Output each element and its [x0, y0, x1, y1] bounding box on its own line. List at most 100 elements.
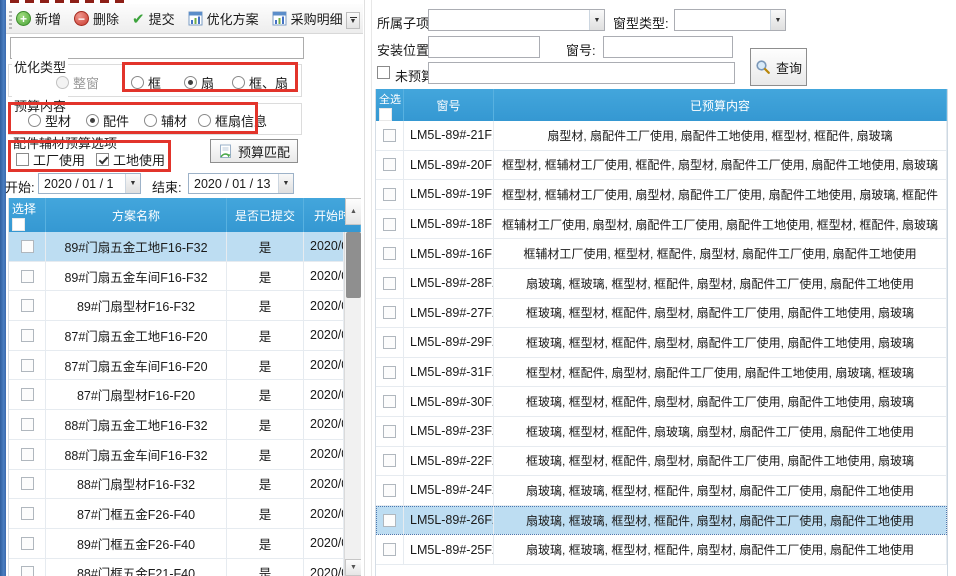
plan-row[interactable]: 88#门框五金F21-F40 是 2020/0	[9, 559, 344, 576]
delete-button[interactable]: − 删除	[74, 9, 119, 28]
row-checkbox[interactable]	[383, 425, 396, 438]
sub-item-dropdown-icon[interactable]: ▼	[589, 10, 604, 30]
row-checkbox[interactable]	[21, 299, 34, 312]
window-row[interactable]: LM5L-89#-24F22 扇玻璃, 框玻璃, 框型材, 框配件, 扇型材, …	[376, 476, 947, 506]
radio-icon[interactable]	[198, 114, 211, 127]
plan-name-column-header[interactable]: 方案名称	[46, 198, 227, 232]
window-row[interactable]: LM5L-89#-19F17 框型材, 框辅材工厂使用, 扇型材, 扇配件工厂使…	[376, 180, 947, 210]
start-date-picker[interactable]: 2020 / 01 / 1 ▼	[38, 173, 141, 194]
checkbox-site-use[interactable]: 工地使用	[96, 150, 165, 169]
plan-row[interactable]: 87#门扇型材F16-F20 是 2020/0	[9, 380, 344, 410]
radio-sash[interactable]: 扇	[184, 73, 214, 92]
purchase-detail-button[interactable]: 采购明细 ▾	[272, 9, 353, 28]
submitted-column-header[interactable]: 是否已提交	[227, 198, 304, 232]
window-row[interactable]: LM5L-89#-20F18 框型材, 框辅材工厂使用, 框配件, 扇型材, 扇…	[376, 151, 947, 181]
select-all-checkbox[interactable]	[379, 108, 392, 121]
plan-search-input[interactable]	[10, 37, 304, 59]
checkbox-icon[interactable]	[96, 153, 109, 166]
row-checkbox[interactable]	[21, 477, 34, 490]
no-budget-checkbox[interactable]	[377, 66, 390, 79]
radio-icon[interactable]	[232, 76, 245, 89]
radio-frame-sash[interactable]: 框、扇	[232, 73, 288, 92]
row-checkbox[interactable]	[21, 388, 34, 401]
row-checkbox[interactable]	[383, 484, 396, 497]
row-checkbox[interactable]	[383, 454, 396, 467]
row-checkbox[interactable]	[21, 448, 34, 461]
window-row[interactable]: LM5L-89#-29F27 框玻璃, 框型材, 框配件, 扇型材, 扇配件工厂…	[376, 328, 947, 358]
sub-item-combobox[interactable]: ▼	[428, 9, 605, 31]
scroll-down-icon[interactable]: ▼	[345, 559, 361, 576]
row-checkbox[interactable]	[383, 306, 396, 319]
row-checkbox[interactable]	[21, 507, 34, 520]
radio-auxiliary[interactable]: 辅材	[144, 111, 187, 130]
row-checkbox[interactable]	[21, 418, 34, 431]
window-row[interactable]: LM5L-89#-21F19 扇型材, 扇配件工厂使用, 扇配件工地使用, 框型…	[376, 121, 947, 151]
window-row[interactable]: LM5L-89#-26F24 扇玻璃, 框玻璃, 框型材, 框配件, 扇型材, …	[376, 506, 947, 536]
win-no-input[interactable]	[603, 36, 733, 58]
plan-row[interactable]: 87#门框五金F26-F40 是 2020/0	[9, 499, 344, 529]
window-row[interactable]: LM5L-89#-25F23 扇玻璃, 框玻璃, 框型材, 框配件, 扇型材, …	[376, 535, 947, 565]
radio-icon[interactable]	[28, 114, 41, 127]
row-checkbox[interactable]	[383, 247, 396, 260]
toolbar-overflow-button[interactable]: ▼	[346, 12, 360, 29]
scrollbar-thumb[interactable]	[346, 232, 361, 298]
row-checkbox[interactable]	[21, 566, 34, 576]
budget-match-button[interactable]: 预算匹配	[210, 139, 298, 163]
left-table-scrollbar[interactable]: ▲ ▼	[344, 232, 361, 576]
row-checkbox[interactable]	[21, 270, 34, 283]
row-checkbox[interactable]	[383, 336, 396, 349]
query-button[interactable]: 查询	[750, 48, 807, 86]
checkbox-factory-use[interactable]: 工厂使用	[16, 150, 85, 169]
row-checkbox[interactable]	[383, 277, 396, 290]
row-checkbox[interactable]	[383, 395, 396, 408]
install-location-input[interactable]	[428, 36, 540, 58]
win-type-dropdown-icon[interactable]: ▼	[770, 10, 785, 30]
plan-row[interactable]: 89#门扇型材F16-F32 是 2020/0	[9, 291, 344, 321]
row-checkbox[interactable]	[21, 329, 34, 342]
select-all-checkbox[interactable]	[12, 218, 25, 231]
window-row[interactable]: LM5L-89#-30F28 框玻璃, 框型材, 框配件, 扇型材, 扇配件工厂…	[376, 387, 947, 417]
row-checkbox[interactable]	[21, 240, 34, 253]
radio-icon[interactable]	[131, 76, 144, 89]
window-row[interactable]: LM5L-89#-23F21 框玻璃, 框型材, 框配件, 扇玻璃, 扇型材, …	[376, 417, 947, 447]
checkbox-icon[interactable]	[16, 153, 29, 166]
win-type-combobox[interactable]: ▼	[674, 9, 786, 31]
row-checkbox[interactable]	[383, 514, 396, 527]
no-budget-input[interactable]	[428, 62, 735, 84]
plan-row[interactable]: 87#门扇五金工地F16-F20 是 2020/0	[9, 321, 344, 351]
add-button[interactable]: + 新增	[16, 9, 61, 28]
plan-row[interactable]: 89#门框五金F26-F40 是 2020/0	[9, 529, 344, 559]
optimize-plan-button[interactable]: 优化方案	[188, 9, 259, 28]
radio-frame-sash-info[interactable]: 框扇信息	[198, 111, 267, 130]
radio-profile[interactable]: 型材	[28, 111, 71, 130]
row-checkbox[interactable]	[383, 188, 396, 201]
row-checkbox[interactable]	[21, 359, 34, 372]
radio-icon[interactable]	[144, 114, 157, 127]
plan-row[interactable]: 89#门扇五金车间F16-F32 是 2020/0	[9, 262, 344, 292]
radio-frame[interactable]: 框	[131, 73, 161, 92]
row-checkbox[interactable]	[383, 543, 396, 556]
window-row[interactable]: LM5L-89#-31F29 框型材, 框配件, 扇型材, 扇配件工厂使用, 扇…	[376, 358, 947, 388]
start-date-dropdown-icon[interactable]: ▼	[125, 174, 140, 193]
window-row[interactable]: LM5L-89#-27F25 框玻璃, 框型材, 框配件, 扇型材, 扇配件工厂…	[376, 299, 947, 329]
end-date-dropdown-icon[interactable]: ▼	[278, 174, 293, 193]
window-row[interactable]: LM5L-89#-28F26 扇玻璃, 框玻璃, 框型材, 框配件, 扇型材, …	[376, 269, 947, 299]
plan-row[interactable]: 88#门扇型材F16-F32 是 2020/0	[9, 470, 344, 500]
end-date-picker[interactable]: 2020 / 01 / 13 ▼	[188, 173, 294, 194]
submit-button[interactable]: ✔ 提交	[132, 9, 175, 28]
window-row[interactable]: LM5L-89#-18F16 框辅材工厂使用, 扇型材, 扇配件工厂使用, 扇配…	[376, 210, 947, 240]
toolbar-grip[interactable]	[9, 11, 12, 29]
row-checkbox[interactable]	[383, 158, 396, 171]
radio-icon[interactable]	[86, 114, 99, 127]
win-no-column-header[interactable]: 窗号	[404, 89, 494, 121]
row-checkbox[interactable]	[21, 537, 34, 550]
plan-row[interactable]: 87#门扇五金车间F16-F20 是 2020/0	[9, 351, 344, 381]
row-checkbox[interactable]	[383, 129, 396, 142]
scroll-up-icon[interactable]: ▲	[345, 198, 361, 225]
window-row[interactable]: LM5L-89#-16F15 框辅材工厂使用, 框型材, 框配件, 扇型材, 扇…	[376, 239, 947, 269]
plan-row[interactable]: 88#门扇五金工地F16-F32 是 2020/0	[9, 410, 344, 440]
content-column-header[interactable]: 已预算内容	[494, 89, 947, 121]
plan-row[interactable]: 88#门扇五金车间F16-F32 是 2020/0	[9, 440, 344, 470]
window-row[interactable]: LM5L-89#-22F20 框玻璃, 框型材, 框配件, 扇型材, 扇配件工厂…	[376, 447, 947, 477]
row-checkbox[interactable]	[383, 366, 396, 379]
